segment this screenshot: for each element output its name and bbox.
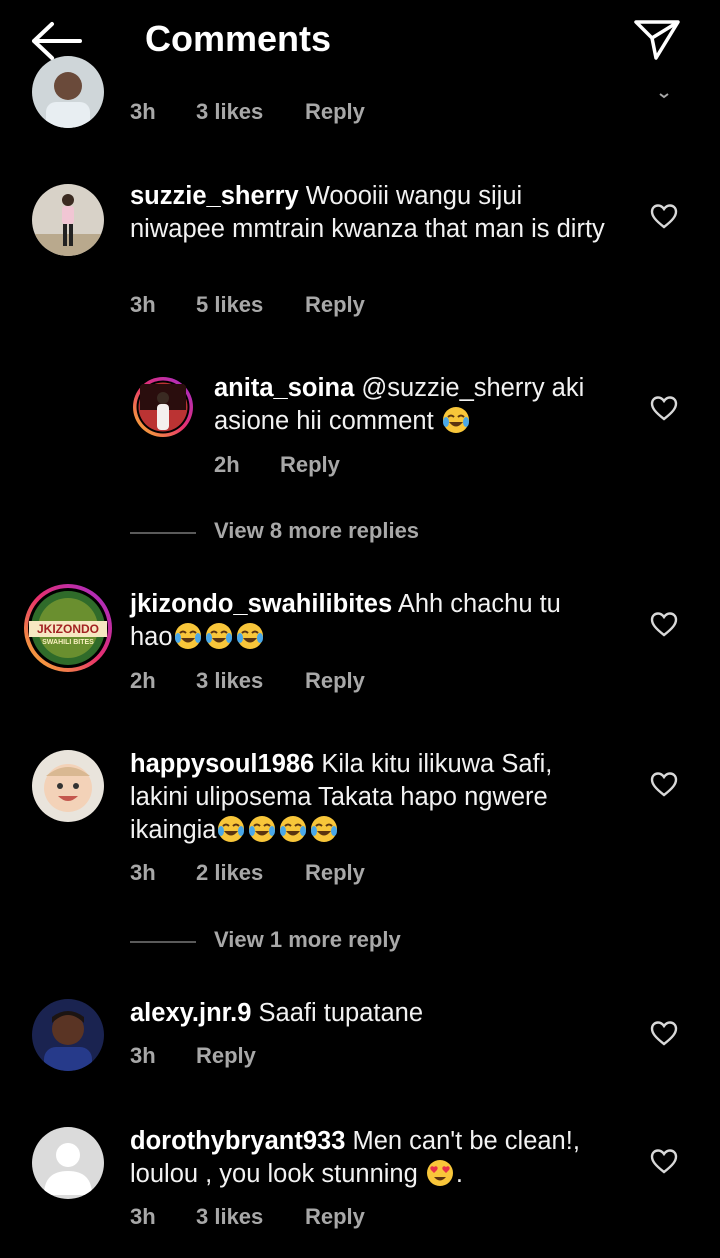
avatar[interactable]	[32, 56, 104, 128]
like-heart-icon[interactable]	[650, 395, 678, 421]
divider-line	[130, 532, 196, 534]
comment-likes[interactable]: 3 likes	[196, 99, 305, 125]
share-button[interactable]	[632, 16, 682, 62]
tears-of-joy-emoji-icon	[441, 405, 471, 435]
view-more-replies-button[interactable]: View 8 more replies	[130, 518, 530, 548]
reply-button[interactable]: Reply	[305, 668, 365, 694]
reply-button[interactable]: Reply	[305, 99, 365, 125]
comment-meta: 3h Reply	[130, 1043, 256, 1071]
comment-meta: 2h 3 likes Reply	[130, 668, 365, 696]
comment-username[interactable]: dorothybryant933	[130, 1127, 345, 1155]
chevron-down-icon	[659, 93, 669, 99]
comment-body: happysoul1986 Kila kitu ilikuwa Safi, la…	[130, 748, 610, 847]
arrow-left-icon	[32, 22, 82, 60]
tears-of-joy-emoji-icon	[235, 621, 265, 651]
avatar[interactable]	[32, 184, 104, 256]
comment-likes[interactable]: 3 likes	[196, 668, 305, 694]
comment-text-end: .	[455, 1160, 463, 1188]
tears-of-joy-emoji-icon	[204, 621, 234, 651]
reply-button[interactable]: Reply	[305, 292, 365, 318]
page-title: Comments	[145, 18, 332, 59]
comment-likes[interactable]: 3 likes	[196, 1204, 305, 1230]
like-heart-icon[interactable]	[650, 203, 678, 229]
comment-time: 2h	[214, 452, 240, 477]
avatar-default[interactable]	[32, 1127, 104, 1199]
tears-of-joy-emoji-icon	[173, 621, 203, 651]
comment-time: 3h	[130, 99, 156, 124]
avatar-story-ring[interactable]: JKIZONDO SWAHILI BITES	[23, 583, 113, 673]
comment-meta: 3h 3 likes Reply	[130, 1204, 365, 1232]
comment-meta: 3h 5 likes Reply	[130, 292, 365, 320]
reply-button[interactable]: Reply	[196, 1043, 256, 1069]
reply-meta: 2h Reply	[214, 452, 340, 480]
comment-likes[interactable]: 5 likes	[196, 292, 305, 318]
comment-body: alexy.jnr.9 Saafi tupatane	[130, 997, 610, 1030]
view-more-label[interactable]: View 8 more replies	[214, 518, 419, 544]
tears-of-joy-emoji-icon	[278, 814, 308, 844]
comment-time: 2h	[130, 668, 156, 693]
header-bar: Comments	[0, 0, 720, 82]
comment-meta: 3h 3 likes Reply	[130, 99, 365, 127]
reply-body: anita_soina @suzzie_sherry aki asione hi…	[214, 372, 614, 438]
reply-button[interactable]: Reply	[305, 860, 365, 886]
heart-eyes-emoji-icon	[425, 1158, 455, 1188]
comment-text: Saafi tupatane	[258, 999, 424, 1027]
avatar-logo-subtext: SWAHILI BITES	[42, 639, 94, 646]
like-heart-icon[interactable]	[650, 1020, 678, 1046]
comment-username[interactable]: suzzie_sherry	[130, 182, 299, 210]
like-heart-icon[interactable]	[650, 771, 678, 797]
comment-time: 3h	[130, 1204, 156, 1229]
divider-line	[130, 941, 196, 943]
comment-username[interactable]: anita_soina	[214, 374, 354, 402]
comment-username[interactable]: happysoul1986	[130, 750, 314, 778]
comment-time: 3h	[130, 1043, 156, 1068]
like-heart-icon[interactable]	[650, 611, 678, 637]
avatar[interactable]	[32, 999, 104, 1071]
paper-plane-icon	[634, 20, 680, 60]
comment-body: dorothybryant933 Men can't be clean!, lo…	[130, 1125, 610, 1191]
comment-likes[interactable]: 2 likes	[196, 860, 305, 886]
reply-button[interactable]: Reply	[305, 1204, 365, 1230]
comment-username[interactable]: jkizondo_swahilibites	[130, 590, 392, 618]
view-more-replies-button[interactable]: View 1 more reply	[130, 927, 530, 957]
comment-time: 3h	[130, 292, 156, 317]
tears-of-joy-emoji-icon	[216, 814, 246, 844]
tears-of-joy-emoji-icon	[247, 814, 277, 844]
tears-of-joy-emoji-icon	[309, 814, 339, 844]
comment-username[interactable]: alexy.jnr.9	[130, 999, 251, 1027]
avatar-logo-text: JKIZONDO	[37, 622, 99, 636]
comment-body: suzzie_sherry Woooiii wangu sijui niwape…	[130, 180, 610, 246]
back-button[interactable]	[30, 20, 84, 62]
avatar[interactable]	[32, 750, 104, 822]
reply-button[interactable]: Reply	[280, 452, 340, 478]
comment-meta: 3h 2 likes Reply	[130, 860, 365, 888]
avatar-story-ring[interactable]	[132, 376, 194, 438]
comment-body: jkizondo_swahilibites Ahh chachu tu hao	[130, 588, 610, 654]
view-more-label[interactable]: View 1 more reply	[214, 927, 401, 953]
like-heart-icon[interactable]	[650, 1148, 678, 1174]
comment-time: 3h	[130, 860, 156, 885]
